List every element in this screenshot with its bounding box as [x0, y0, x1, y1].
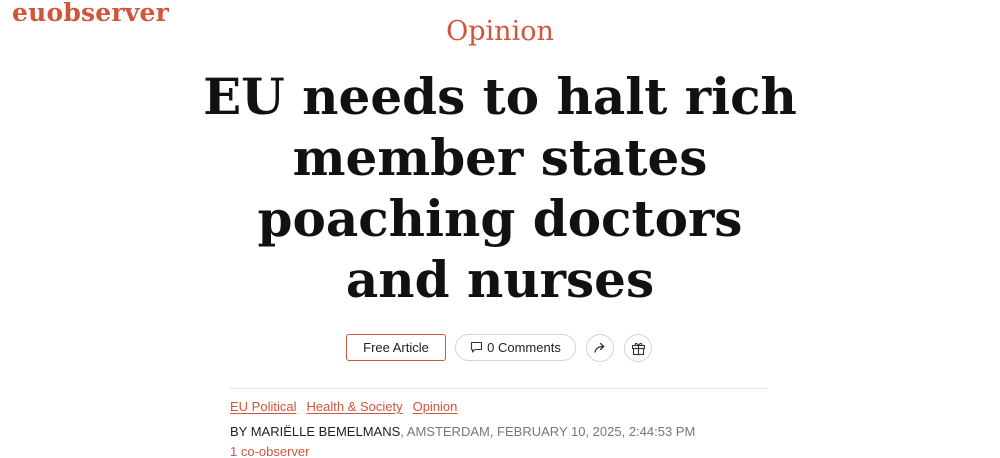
tag-link-opinion[interactable]: Opinion — [413, 399, 458, 414]
free-article-badge[interactable]: Free Article — [346, 334, 446, 361]
free-article-label: Free Article — [363, 340, 429, 355]
gift-icon — [631, 342, 645, 355]
headline-line: poaching doctors — [257, 189, 743, 248]
gift-button[interactable] — [624, 334, 652, 362]
article-headline: EU needs to halt rich member states poac… — [200, 66, 800, 310]
dateline: , AMSTERDAM, FEBRUARY 10, 2025, 2:44:53 … — [400, 424, 696, 439]
headline-line: member states — [292, 128, 708, 187]
author-name: BY MARIËLLE BEMELMANS — [230, 424, 401, 439]
tag-link-eu-political[interactable]: EU Political — [230, 399, 296, 414]
headline-line: and nurses — [345, 250, 655, 309]
comment-icon — [471, 341, 483, 353]
section-kicker[interactable]: Opinion — [0, 16, 1000, 47]
headline-line: EU needs to halt rich — [203, 67, 797, 126]
tag-list: EU Political Health & Society Opinion — [230, 399, 457, 414]
comments-label: 0 Comments — [487, 340, 561, 355]
co-observer-link[interactable]: 1 co-observer — [230, 444, 309, 458]
tag-link-health-society[interactable]: Health & Society — [306, 399, 402, 414]
share-arrow-icon — [594, 342, 605, 353]
divider — [230, 388, 768, 389]
byline: BY MARIËLLE BEMELMANS, AMSTERDAM, FEBRUA… — [230, 424, 695, 439]
comments-button[interactable]: 0 Comments — [455, 334, 576, 361]
article-actions: Free Article 0 Comments — [0, 334, 1000, 362]
share-button[interactable] — [586, 334, 614, 362]
